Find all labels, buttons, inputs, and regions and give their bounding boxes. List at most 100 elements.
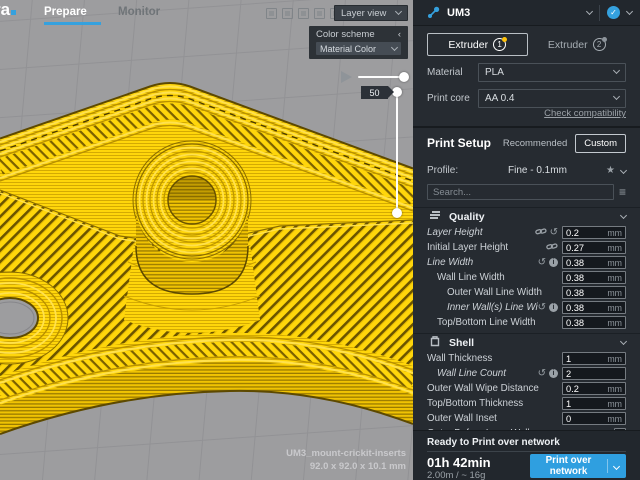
extruder-2-badge: 2 bbox=[593, 38, 606, 51]
print-over-network-button[interactable]: Print over network bbox=[530, 454, 626, 478]
setting-value-field[interactable]: 0.2mm bbox=[562, 226, 626, 239]
chevron-down-icon bbox=[395, 8, 402, 15]
chevron-down-icon bbox=[620, 211, 627, 218]
layer-slider-track[interactable] bbox=[396, 92, 398, 213]
print-time-estimate: 01h 42min bbox=[427, 455, 491, 470]
connection-ok-icon: ✓ bbox=[607, 6, 620, 19]
print-core-dropdown[interactable]: AA 0.4 bbox=[478, 89, 626, 108]
check-compatibility-link[interactable]: Check compatibility bbox=[544, 108, 626, 119]
setting-value-field[interactable]: 0.38mm bbox=[562, 301, 626, 314]
setting-label: Wall Line Width bbox=[413, 272, 562, 283]
divider bbox=[427, 451, 626, 452]
model-dimensions: 92.0 x 92.0 x 10.1 mm bbox=[286, 460, 406, 473]
front-view-icon[interactable] bbox=[298, 8, 309, 19]
top-view-icon[interactable] bbox=[314, 8, 325, 19]
favorite-star-icon: ★ bbox=[606, 165, 615, 176]
setting-value-field[interactable]: 1mm bbox=[562, 352, 626, 365]
tab-monitor[interactable]: Monitor bbox=[118, 6, 160, 18]
layer-number-badge: 50 bbox=[361, 86, 388, 99]
setting-row: Initial Layer Height 0.27mm bbox=[413, 240, 640, 255]
solid-view-icon[interactable] bbox=[282, 8, 293, 19]
machine-name: UM3 bbox=[447, 7, 587, 19]
layer-play-button[interactable] bbox=[341, 71, 352, 83]
open-file-icon[interactable] bbox=[266, 8, 277, 19]
color-scheme-panel: Color scheme ‹ Material Color bbox=[309, 26, 408, 59]
section-header-shell[interactable]: Shell bbox=[413, 333, 640, 351]
setting-label: Top/Bottom Line Width bbox=[413, 317, 562, 328]
recommended-mode-button[interactable]: Recommended bbox=[495, 134, 575, 153]
color-scheme-title: Color scheme bbox=[316, 29, 375, 40]
setting-label: Wall Thickness bbox=[413, 353, 562, 364]
setting-row: Outer Wall Inset0mm bbox=[413, 411, 640, 426]
setting-value-field[interactable]: 0.38mm bbox=[562, 286, 626, 299]
material-color-dot bbox=[602, 37, 607, 42]
tab-extruder-2[interactable]: Extruder 2 bbox=[528, 33, 627, 56]
setting-value-field[interactable]: 0.38mm bbox=[562, 256, 626, 269]
setting-label: Outer Wall Inset bbox=[413, 413, 562, 424]
setting-row: Top/Bottom Thickness1mm bbox=[413, 396, 640, 411]
section-header-quality[interactable]: Quality bbox=[413, 207, 640, 225]
setting-value-field[interactable]: 0.27mm bbox=[562, 241, 626, 254]
divider bbox=[599, 5, 600, 21]
setting-label: Wall Line Count bbox=[413, 368, 538, 379]
setting-row: Layer Height↺0.2mm bbox=[413, 225, 640, 240]
setting-value-field[interactable]: 0.2mm bbox=[562, 382, 626, 395]
material-dropdown[interactable]: PLA bbox=[478, 63, 626, 82]
model-cylinder-boss bbox=[133, 141, 251, 294]
setting-value-field[interactable]: 0mm bbox=[562, 412, 626, 425]
job-status: Ready to Print over network bbox=[427, 437, 626, 448]
setting-row: Wall Line Width0.38mm bbox=[413, 270, 640, 285]
color-scheme-dropdown[interactable]: Material Color bbox=[316, 42, 401, 55]
link-icon bbox=[535, 227, 547, 239]
profile-dropdown[interactable]: Fine - 0.1mm ★ bbox=[508, 165, 626, 176]
tab-prepare-underline bbox=[44, 22, 101, 25]
chevron-down-icon[interactable] bbox=[586, 7, 593, 14]
revert-icon[interactable]: ↺ bbox=[550, 228, 558, 238]
setting-row: Outer Wall Line Width0.38mm bbox=[413, 285, 640, 300]
divider bbox=[607, 459, 608, 473]
model-info: UM3_mount-crickit-inserts 92.0 x 92.0 x … bbox=[286, 447, 406, 473]
view-toolbar bbox=[266, 8, 341, 19]
revert-icon[interactable]: ↺ bbox=[538, 303, 546, 313]
revert-icon[interactable]: ↺ bbox=[538, 258, 546, 268]
tab-prepare[interactable]: Prepare bbox=[44, 6, 87, 18]
layer-slider-handle-bottom[interactable] bbox=[392, 208, 402, 218]
setting-label: Top/Bottom Thickness bbox=[413, 398, 562, 409]
print-setup-title: Print Setup bbox=[427, 136, 495, 150]
setting-label: Initial Layer Height bbox=[413, 242, 546, 253]
setting-value-field[interactable]: 1mm bbox=[562, 397, 626, 410]
cura-window: ra Prepare Monitor Layer view Color sche… bbox=[0, 0, 640, 480]
tab-extruder-1[interactable]: Extruder 1 bbox=[427, 33, 528, 56]
model-name: UM3_mount-crickit-inserts bbox=[286, 447, 406, 460]
setting-search-input[interactable] bbox=[427, 184, 614, 200]
setting-row: Line Width↺i0.38mm bbox=[413, 255, 640, 270]
machine-selector[interactable]: UM3 ✓ bbox=[413, 0, 640, 26]
view-mode-dropdown[interactable]: Layer view bbox=[334, 5, 408, 21]
sidebar-panel: UM3 ✓ Extruder 1 Extruder 2 bbox=[413, 0, 640, 480]
path-slider-track[interactable] bbox=[358, 76, 402, 78]
setting-row: Top/Bottom Line Width0.38mm bbox=[413, 315, 640, 330]
info-icon[interactable]: i bbox=[549, 303, 558, 312]
chevron-down-icon[interactable] bbox=[626, 7, 633, 14]
path-slider-handle[interactable] bbox=[399, 72, 409, 82]
view-mode-label: Layer view bbox=[341, 8, 386, 19]
network-printer-icon bbox=[427, 6, 440, 19]
setting-row: Inner Wall(s) Line Width↺i 0.38mm bbox=[413, 300, 640, 315]
custom-mode-button[interactable]: Custom bbox=[575, 134, 626, 153]
collapse-left-icon[interactable]: ‹ bbox=[398, 29, 401, 40]
info-icon[interactable]: i bbox=[549, 369, 558, 378]
settings-list: QualityLayer Height↺0.2mmInitial Layer H… bbox=[413, 204, 640, 430]
setting-filter-menu-icon[interactable]: ≡ bbox=[619, 187, 626, 197]
chevron-down-icon bbox=[391, 43, 398, 50]
setting-label: Outer Wall Line Width bbox=[413, 287, 562, 298]
setting-value-field[interactable]: 0.38mm bbox=[562, 271, 626, 284]
link-icon bbox=[546, 242, 558, 254]
setting-value-field[interactable]: 0.38mm bbox=[562, 316, 626, 329]
print-core-label: Print core bbox=[427, 93, 478, 104]
chevron-down-icon[interactable] bbox=[613, 462, 620, 469]
3d-viewport[interactable]: ra Prepare Monitor Layer view Color sche… bbox=[0, 0, 413, 480]
info-icon[interactable]: i bbox=[549, 258, 558, 267]
revert-icon[interactable]: ↺ bbox=[538, 369, 546, 379]
setting-label: Inner Wall(s) Line Width bbox=[413, 302, 538, 313]
setting-value-field[interactable]: 2 bbox=[562, 367, 626, 380]
